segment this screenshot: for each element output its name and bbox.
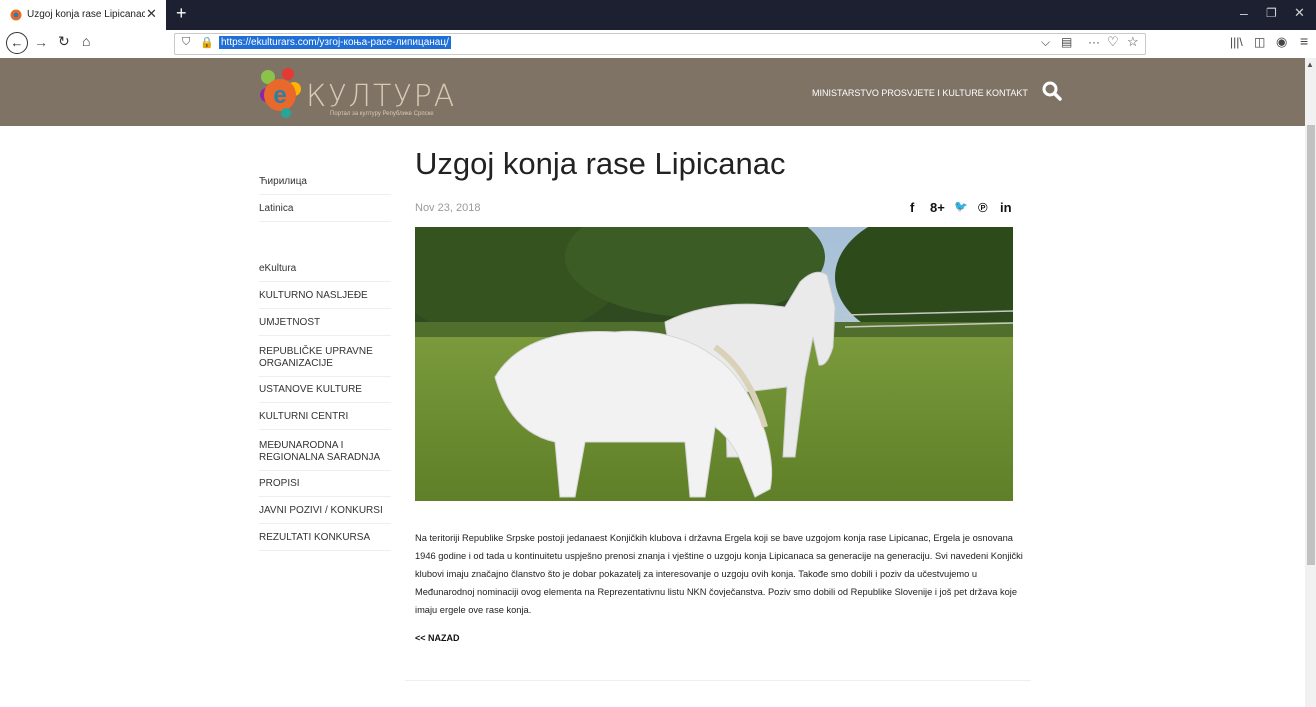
nav-link-contact[interactable]: KONTAKT bbox=[986, 88, 1028, 98]
forward-button[interactable]: → bbox=[34, 34, 48, 50]
search-icon[interactable] bbox=[1041, 80, 1063, 102]
sidebar-item-ustanove-kulture[interactable]: USTANOVE KULTURE bbox=[259, 384, 391, 403]
browser-tab-strip bbox=[0, 0, 1316, 30]
sidebar-item-rezultati[interactable]: REZULTATI KONKURSA bbox=[259, 532, 391, 551]
sidebar-item-kulturni-centri[interactable]: KULTURNI CENTRI bbox=[259, 411, 391, 430]
logo-tagline: Портал за културу Републике Српске bbox=[330, 111, 434, 117]
pocket-icon[interactable]: ♡ bbox=[1107, 34, 1119, 50]
sidebar-item-ekultura[interactable]: eKultura bbox=[259, 263, 391, 282]
sidebar-item-republicke-upravne[interactable]: REPUBLIČKE UPRAVNE ORGANIZACIJE bbox=[259, 346, 391, 377]
sidebar-lang-latin[interactable]: Latinica bbox=[259, 203, 391, 222]
site-header bbox=[0, 58, 1305, 126]
article-date: Nov 23, 2018 bbox=[415, 202, 481, 214]
sidebar-item-javni-pozivi[interactable]: JAVNI POZIVI / KONKURSI bbox=[259, 505, 391, 524]
site-favicon-icon bbox=[10, 9, 22, 21]
tracking-shield-icon[interactable]: ⛉ bbox=[182, 36, 190, 49]
back-button[interactable]: ← bbox=[6, 32, 28, 54]
sidebar-item-propisi[interactable]: PROPISI bbox=[259, 478, 391, 497]
facebook-share-icon[interactable]: f bbox=[910, 200, 914, 215]
app-menu-icon[interactable]: ≡ bbox=[1300, 33, 1308, 49]
url-dropdown-icon[interactable]: ⌵ bbox=[1041, 35, 1050, 50]
reload-button[interactable]: ↻ bbox=[58, 33, 70, 50]
url-text[interactable]: https://ekulturars.com/узгој-коња-расе-л… bbox=[219, 36, 451, 49]
article-title: Uzgoj konja rase Lipicanac bbox=[415, 146, 786, 181]
svg-text:e: e bbox=[273, 82, 286, 109]
page-actions-icon[interactable]: ··· bbox=[1088, 35, 1100, 49]
sidebar-item-kulturno-nasljedje[interactable]: KULTURNO NASLJEĐE bbox=[259, 290, 391, 309]
google-plus-share-icon[interactable]: 8+ bbox=[930, 200, 945, 215]
pinterest-share-icon[interactable]: ℗ bbox=[978, 200, 988, 215]
twitter-share-icon[interactable]: 🐦 bbox=[954, 200, 968, 213]
sidebar-item-medjunarodna[interactable]: MEĐUNARODNA I REGIONALNA SARADNJA bbox=[259, 440, 391, 471]
sidebar-toggle-icon[interactable]: ◫ bbox=[1254, 35, 1265, 49]
footer-divider bbox=[405, 680, 1031, 681]
back-link[interactable]: << NAZAD bbox=[415, 633, 460, 643]
article-body: Na teritoriji Republike Srpske postoji j… bbox=[415, 533, 1023, 615]
article-hero-image bbox=[415, 227, 1013, 501]
reader-view-icon[interactable]: ▤ bbox=[1061, 35, 1072, 49]
new-tab-button[interactable]: + bbox=[176, 3, 187, 24]
bookmark-star-icon[interactable]: ☆ bbox=[1127, 34, 1139, 50]
window-minimize-button[interactable]: – bbox=[1240, 5, 1248, 21]
sidebar-lang-cyrillic[interactable]: Ћирилица bbox=[259, 176, 391, 195]
window-close-button[interactable]: ✕ bbox=[1294, 5, 1305, 21]
sidebar-item-umjetnost[interactable]: UMJETNOST bbox=[259, 317, 391, 336]
window-restore-button[interactable]: ❐ bbox=[1266, 6, 1277, 20]
nav-link-ministry[interactable]: MINISTARSTVO PROSVJETE I KULTURE bbox=[812, 88, 984, 98]
account-icon[interactable]: ◉ bbox=[1276, 34, 1287, 50]
ekultura-logo-icon[interactable]: e bbox=[258, 65, 302, 119]
linkedin-share-icon[interactable]: in bbox=[1000, 200, 1012, 215]
tab-close-icon[interactable]: ✕ bbox=[146, 6, 157, 22]
tab-title: Uzgoj konja rase Lipicanac – Po bbox=[27, 9, 145, 20]
library-icon[interactable]: |||\ bbox=[1230, 35, 1243, 49]
home-button[interactable]: ⌂ bbox=[82, 33, 90, 49]
lock-icon[interactable]: 🔒 bbox=[200, 36, 214, 49]
scroll-up-icon[interactable]: ▲ bbox=[1306, 60, 1314, 69]
scrollbar-thumb[interactable] bbox=[1307, 125, 1315, 565]
logo-text[interactable]: КУЛТУРА bbox=[306, 79, 456, 114]
